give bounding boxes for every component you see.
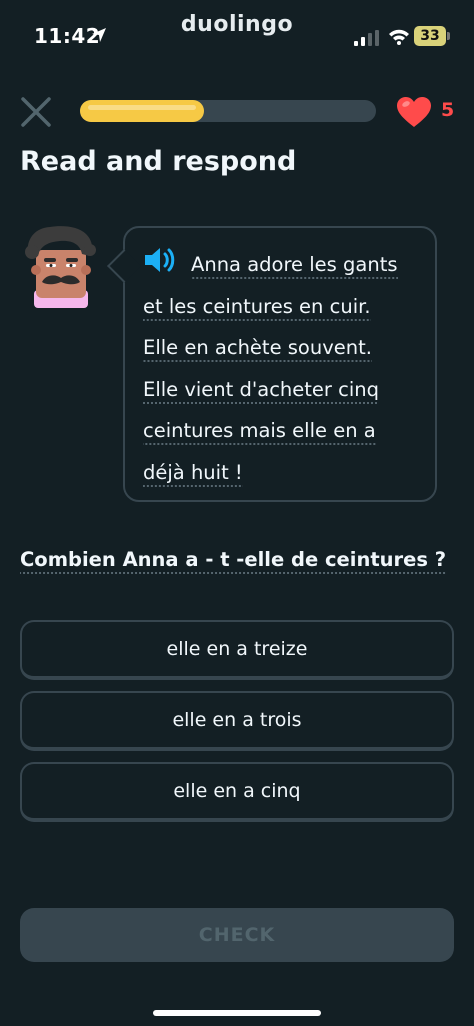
passage-line-text[interactable]: et les ceintures en cuir. [143,294,371,321]
check-button-label: CHECK [198,924,276,946]
battery-tip [447,32,450,40]
answer-option-1[interactable]: elle en a treize [20,620,454,680]
character-avatar [25,226,96,308]
passage-line-text[interactable]: déjà huit ! [143,460,243,487]
heart-icon[interactable] [396,96,432,128]
passage-line: Elle en achète souvent. [143,327,433,369]
check-button[interactable]: CHECK [20,908,454,962]
home-indicator[interactable] [153,1010,321,1016]
lesson-progress-fill [80,100,205,122]
passage-line-text[interactable]: Elle vient d'acheter cinq [143,377,380,404]
passage-line: Elle vient d'acheter cinq [143,369,433,411]
close-icon[interactable] [18,94,54,130]
speech-bubble-tail [107,249,141,283]
page-title: Read and respond [20,146,297,177]
passage-line-text[interactable]: Elle en achète souvent. [143,336,372,362]
question-label[interactable]: Combien Anna a - t -elle de ceintures ? [20,548,447,574]
passage-line-text[interactable]: Anna adore les gants [191,253,398,279]
battery-indicator: 33 [414,26,446,46]
lesson-progress-bar [80,100,376,122]
answer-option-2[interactable]: elle en a trois [20,691,454,751]
passage-line: déjà huit ! [143,452,433,494]
hearts-count: 5 [441,99,455,121]
speech-bubble: Anna adore les gants et les ceintures en… [107,226,437,502]
answer-option-label: elle en a cinq [173,780,301,802]
wifi-icon [389,29,409,45]
answer-option-label: elle en a trois [172,709,302,731]
question-text: Combien Anna a - t -elle de ceintures ? [20,548,447,574]
passage-line: et les ceintures en cuir. [143,286,433,328]
passage-line: Anna adore les gants [143,244,433,286]
answer-option-label: elle en a treize [166,638,308,660]
passage-text: Anna adore les gants et les ceintures en… [143,244,433,493]
answer-option-3[interactable]: elle en a cinq [20,762,454,822]
status-bar: 11:42 duolingo 33 [0,0,474,72]
passage-line-text[interactable]: ceintures mais elle en a [143,419,376,445]
progress-shine [88,105,197,110]
passage-line: ceintures mais elle en a [143,410,433,452]
signal-icon [354,30,379,46]
